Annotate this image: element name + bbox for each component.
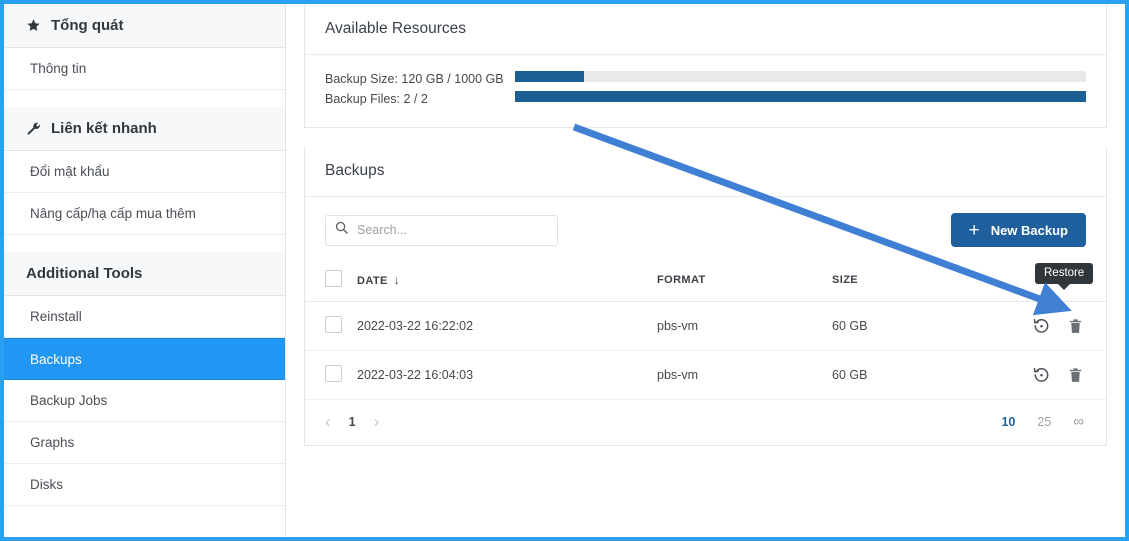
row-date: 2022-03-22 16:04:03 — [357, 350, 657, 400]
header-format-label: FORMAT — [657, 274, 706, 286]
sidebar-item-nang-cap-ha-cap[interactable]: Nâng cấp/hạ cấp mua thêm — [4, 193, 285, 235]
sidebar-item-graphs[interactable]: Graphs — [4, 422, 285, 464]
row-checkbox[interactable] — [325, 365, 342, 382]
app-window: Tổng quát Thông tin Liên kết nhanh Đổi m… — [0, 0, 1129, 541]
page-number-1[interactable]: 1 — [349, 415, 356, 429]
sidebar-item-label: Reinstall — [30, 309, 82, 324]
sidebar-item-label: Disks — [30, 477, 63, 492]
progress-fill — [515, 71, 584, 82]
sidebar-group-title: Tổng quát — [51, 17, 124, 34]
row-format: pbs-vm — [657, 350, 832, 400]
sidebar-item-backups[interactable]: Backups — [4, 338, 285, 380]
row-actions — [1032, 301, 1106, 351]
sidebar-group-spacer — [4, 90, 285, 107]
search-input[interactable] — [357, 223, 549, 237]
resource-label-backup-files: Backup Files: 2 / 2 — [325, 92, 428, 106]
page-size-25[interactable]: 25 — [1037, 415, 1051, 429]
search-icon — [334, 220, 349, 240]
header-size[interactable]: SIZE — [832, 261, 1032, 302]
sidebar-item-label: Đổi mật khẩu — [30, 164, 110, 179]
header-date[interactable]: DATE ↓ — [357, 261, 657, 302]
sidebar-item-label: Backup Jobs — [30, 393, 108, 408]
sidebar-group-lien-ket-nhanh: Liên kết nhanh Đổi mật khẩu Nâng cấp/hạ … — [4, 107, 285, 235]
resource-label-backup-size: Backup Size: 120 GB / 1000 GB — [325, 72, 504, 86]
sidebar-group-additional-tools: Additional Tools Reinstall Backups Backu… — [4, 252, 285, 506]
backups-title: Backups — [305, 146, 1106, 197]
backups-table-body: 2022-03-22 16:22:02 pbs-vm 60 GB 2022-03… — [305, 301, 1106, 400]
sidebar-group-title: Additional Tools — [26, 265, 143, 282]
pagination: ‹ 1 › 10 25 ∞ — [305, 400, 1106, 445]
new-backup-button[interactable]: + New Backup — [950, 213, 1086, 247]
sidebar-item-label: Thông tin — [30, 61, 87, 76]
sidebar-group-title: Liên kết nhanh — [51, 120, 157, 137]
row-format: pbs-vm — [657, 301, 832, 351]
plus-icon: + — [968, 219, 980, 241]
table-row: 2022-03-22 16:04:03 pbs-vm 60 GB — [305, 350, 1106, 400]
sidebar-item-disks[interactable]: Disks — [4, 464, 285, 506]
search-box[interactable] — [325, 214, 558, 246]
main-content: Available Resources Backup Size: 120 GB … — [286, 4, 1125, 537]
sidebar-group-header: Additional Tools — [4, 252, 285, 296]
sidebar-item-reinstall[interactable]: Reinstall — [4, 296, 285, 338]
trash-icon[interactable] — [1067, 317, 1084, 336]
arrow-down-icon: ↓ — [393, 273, 401, 287]
resource-labels: Backup Size: 120 GB / 1000 GB Backup Fil… — [325, 69, 515, 111]
sidebar-item-label: Backups — [30, 351, 82, 367]
select-all-checkbox[interactable] — [325, 270, 342, 287]
restore-icon[interactable] — [1032, 366, 1051, 385]
page-size-all[interactable]: ∞ — [1073, 413, 1084, 430]
backups-card: Backups + New Backup — [304, 146, 1107, 446]
header-size-label: SIZE — [832, 274, 859, 286]
sidebar-item-label: Nâng cấp/hạ cấp mua thêm — [30, 206, 196, 221]
star-icon — [26, 18, 41, 33]
sidebar-item-thong-tin[interactable]: Thông tin — [4, 48, 285, 90]
sidebar-group-tong-quat: Tổng quát Thông tin — [4, 4, 285, 90]
table-row: 2022-03-22 16:22:02 pbs-vm 60 GB — [305, 301, 1106, 351]
chevron-left-icon[interactable]: ‹ — [325, 413, 331, 430]
resource-bars — [515, 69, 1086, 111]
backups-toolbar: + New Backup — [305, 197, 1106, 261]
row-date: 2022-03-22 16:22:02 — [357, 301, 657, 351]
restore-icon[interactable] — [1032, 317, 1051, 336]
row-size: 60 GB — [832, 301, 1032, 351]
available-resources-title: Available Resources — [305, 4, 1106, 55]
sidebar-group-header: Liên kết nhanh — [4, 107, 285, 151]
row-actions — [1032, 350, 1106, 400]
table-header-row: DATE ↓ FORMAT SIZE — [305, 261, 1106, 302]
header-format[interactable]: FORMAT — [657, 261, 832, 302]
progress-fill — [515, 91, 1086, 102]
row-select-cell — [305, 350, 357, 400]
chevron-right-icon[interactable]: › — [374, 413, 380, 430]
sidebar-item-label: Graphs — [30, 435, 75, 450]
page-size-10[interactable]: 10 — [1001, 415, 1015, 429]
row-checkbox[interactable] — [325, 316, 342, 333]
backups-table-head: DATE ↓ FORMAT SIZE — [305, 261, 1106, 302]
sidebar-item-backup-jobs[interactable]: Backup Jobs — [4, 380, 285, 422]
card-spacer — [286, 128, 1125, 146]
available-resources-body: Backup Size: 120 GB / 1000 GB Backup Fil… — [305, 55, 1106, 127]
header-select-all — [305, 261, 357, 302]
row-size: 60 GB — [832, 350, 1032, 400]
sidebar-group-header: Tổng quát — [4, 4, 285, 48]
sidebar-item-doi-mat-khau[interactable]: Đổi mật khẩu — [4, 151, 285, 193]
trash-icon[interactable] — [1067, 366, 1084, 385]
sidebar-group-spacer — [4, 235, 285, 252]
header-date-label: DATE — [357, 275, 388, 287]
backups-table: DATE ↓ FORMAT SIZE 2022-03-22 16:22:02 p… — [305, 261, 1106, 400]
new-backup-label: New Backup — [990, 222, 1068, 238]
progress-backup-files — [515, 91, 1086, 102]
available-resources-card: Available Resources Backup Size: 120 GB … — [304, 4, 1107, 128]
row-select-cell — [305, 301, 357, 351]
wrench-icon — [26, 121, 41, 136]
sidebar: Tổng quát Thông tin Liên kết nhanh Đổi m… — [4, 4, 286, 537]
restore-tooltip: Restore — [1035, 263, 1094, 290]
progress-backup-size — [515, 71, 1086, 82]
